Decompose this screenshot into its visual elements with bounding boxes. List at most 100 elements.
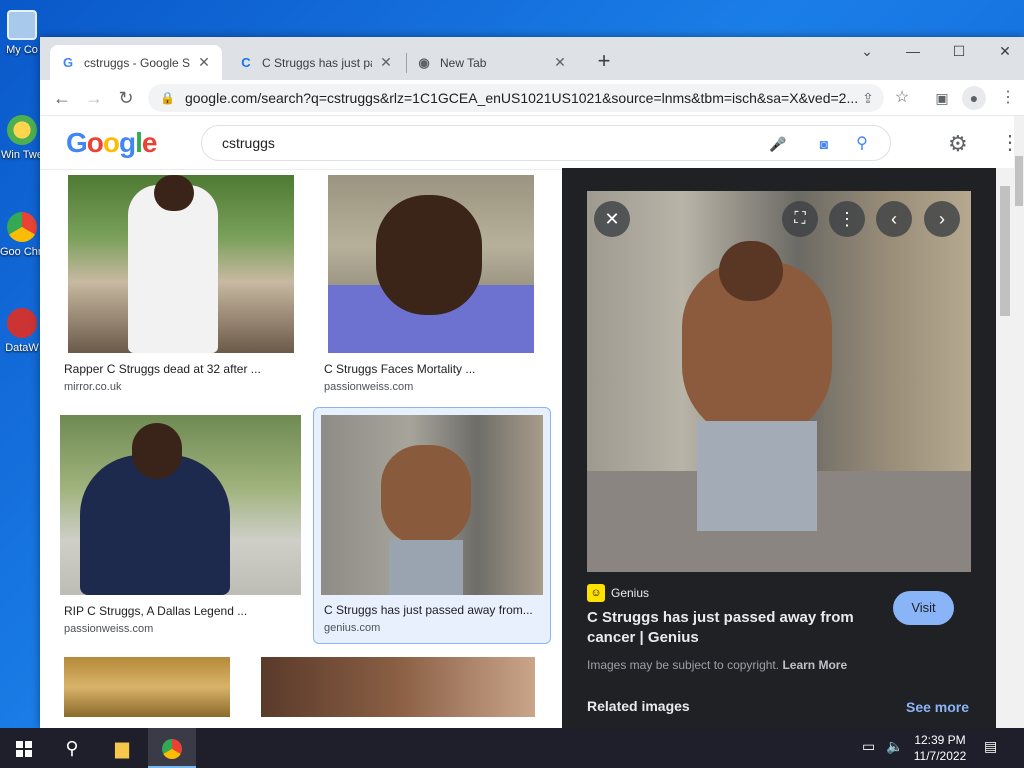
computer-icon — [7, 10, 37, 40]
lens-camera-icon[interactable]: ◙ — [814, 134, 834, 154]
preview-title[interactable]: C Struggs has just passed away from canc… — [587, 608, 857, 648]
result-caption[interactable]: Rapper C Struggs dead at 32 after ... — [64, 362, 294, 376]
chrome-window: G cstruggs - Google Se ✕ C C Struggs has… — [40, 37, 1024, 728]
scrollbar-thumb[interactable] — [1000, 186, 1010, 316]
tab-close-icon[interactable]: ✕ — [378, 54, 394, 71]
profile-avatar-icon[interactable]: ● — [962, 86, 986, 110]
result-thumbnail[interactable] — [68, 175, 294, 353]
thumb-figure-head — [154, 175, 194, 211]
chrome-icon — [7, 212, 37, 242]
image-result-card[interactable]: C Struggs Faces Mortality ... passionwei… — [324, 175, 550, 397]
windows-icon — [16, 741, 32, 758]
lock-icon[interactable]: 🔒 — [160, 91, 175, 105]
image-result-card[interactable]: Rapper C Struggs dead at 32 after ... mi… — [62, 175, 300, 397]
loading-spinner-icon: C — [241, 55, 251, 70]
previous-image-icon[interactable]: ‹ — [876, 201, 912, 237]
result-thumbnail[interactable] — [261, 657, 535, 717]
page-scrollbar[interactable] — [1014, 116, 1024, 728]
system-clock[interactable]: 12:39 PM 11/7/2022 — [910, 732, 970, 764]
forward-button[interactable]: → — [82, 86, 106, 110]
start-button[interactable] — [0, 728, 48, 768]
side-panel-icon[interactable]: ▣ — [930, 86, 954, 110]
minimize-button[interactable]: — — [890, 37, 936, 65]
tab-genius[interactable]: C C Struggs has just pa ✕ — [228, 45, 404, 80]
result-source: genius.com — [324, 622, 381, 634]
settings-gear-icon[interactable]: ⚙ — [948, 131, 968, 157]
image-preview-panel: ✕ ⛶ ⋮ ‹ › ☺ Genius C Struggs has just pa… — [562, 168, 996, 728]
url-text: google.com/search?q=cstruggs&rlz=1C1GCEA… — [184, 90, 859, 106]
preview-source[interactable]: ☺ Genius — [587, 584, 649, 602]
result-source: mirror.co.uk — [64, 381, 122, 393]
related-images-heading: Related images — [587, 698, 690, 714]
reload-button[interactable]: ↻ — [114, 86, 138, 110]
bookmark-star-icon[interactable]: ☆ — [890, 86, 914, 110]
google-favicon-icon: G — [62, 55, 74, 70]
image-result-card[interactable] — [64, 657, 232, 717]
tab-close-icon[interactable]: ✕ — [552, 54, 568, 71]
desktop-icon-datawrapper[interactable]: DataW — [0, 308, 44, 355]
search-taskbar-icon[interactable]: ⚲ — [48, 728, 96, 768]
copyright-notice: Images may be subject to copyright. Lear… — [587, 658, 848, 672]
lens-search-icon[interactable]: ⛶ — [782, 201, 818, 237]
browser-toolbar: ← → ↻ 🔒 google.com/search?q=cstruggs&rlz… — [40, 80, 1024, 116]
maximize-button[interactable]: ☐ — [936, 37, 982, 65]
chrome-taskbar-icon[interactable] — [148, 728, 196, 768]
result-caption[interactable]: RIP C Struggs, A Dallas Legend ... — [64, 604, 294, 618]
google-header: Google cstruggs 🎤 ◙ ⚲ ⚙ ⋮⋮ — [40, 116, 1024, 170]
more-options-icon[interactable]: ⋮ — [829, 201, 865, 237]
tweaker-icon — [7, 115, 37, 145]
thumb-figure-head — [132, 423, 182, 479]
google-images-page: Google cstruggs 🎤 ◙ ⚲ ⚙ ⋮⋮ Rapper C Stru… — [40, 116, 1024, 728]
tab-strip: G cstruggs - Google Se ✕ C C Struggs has… — [40, 37, 1024, 80]
result-thumbnail[interactable] — [64, 657, 230, 717]
desktop-icon-win-tweaker[interactable]: Win Twe — [0, 115, 44, 162]
search-icon[interactable]: ⚲ — [852, 134, 872, 154]
volume-icon[interactable]: 🔈 — [886, 738, 903, 755]
result-caption[interactable]: C Struggs Faces Mortality ... — [324, 362, 534, 376]
image-result-card[interactable]: RIP C Struggs, A Dallas Legend ... passi… — [60, 415, 302, 637]
tab-search-dropdown-icon[interactable]: ⌄ — [844, 37, 890, 65]
back-button[interactable]: ← — [50, 86, 74, 110]
tab-google-search[interactable]: G cstruggs - Google Se ✕ — [50, 45, 222, 80]
scrollbar-thumb[interactable] — [1015, 156, 1023, 206]
microphone-icon[interactable]: 🎤 — [768, 134, 788, 154]
result-source: passionweiss.com — [324, 381, 414, 393]
next-image-icon[interactable]: › — [924, 201, 960, 237]
search-box[interactable]: cstruggs 🎤 ◙ ⚲ — [201, 125, 891, 161]
tab-close-icon[interactable]: ✕ — [196, 54, 212, 71]
result-thumbnail[interactable] — [321, 415, 543, 595]
desktop-icon-my-computer[interactable]: My Co — [0, 10, 44, 57]
result-thumbnail[interactable] — [60, 415, 301, 595]
preview-figure-legs — [697, 421, 817, 531]
search-input[interactable]: cstruggs — [222, 135, 275, 151]
google-logo[interactable]: Google — [66, 127, 157, 159]
new-tab-button[interactable]: + — [592, 50, 616, 74]
see-more-link[interactable]: See more — [906, 699, 969, 715]
image-result-card-selected[interactable]: C Struggs has just passed away from... g… — [313, 407, 551, 644]
visit-button[interactable]: Visit — [893, 591, 954, 625]
preview-image[interactable] — [587, 191, 971, 572]
share-icon[interactable]: ⇪ — [856, 86, 880, 110]
genius-logo-icon: ☺ — [587, 584, 605, 602]
chrome-favicon-icon: ◉ — [418, 54, 430, 70]
close-preview-button[interactable]: ✕ — [594, 201, 630, 237]
result-thumbnail[interactable] — [328, 175, 534, 353]
file-explorer-icon[interactable]: ▆ — [98, 728, 146, 768]
address-bar[interactable]: 🔒 google.com/search?q=cstruggs&rlz=1C1GC… — [148, 84, 884, 112]
chrome-menu-icon[interactable]: ⋮ — [996, 86, 1020, 110]
close-window-button[interactable]: ✕ — [982, 37, 1024, 65]
tab-new-tab[interactable]: ◉ New Tab ✕ — [406, 45, 578, 80]
desktop-icon-chrome[interactable]: Goo Chro — [0, 212, 44, 259]
learn-more-link[interactable]: Learn More — [782, 658, 847, 672]
preview-figure-head — [719, 241, 783, 301]
thumb-figure-legs — [389, 540, 463, 595]
result-caption[interactable]: C Struggs has just passed away from... — [324, 603, 542, 617]
thumb-figure — [381, 445, 471, 545]
network-icon[interactable]: ▭ — [862, 738, 875, 755]
datawrapper-icon — [7, 308, 37, 338]
result-source: passionweiss.com — [64, 623, 154, 635]
notifications-icon[interactable]: ▤ — [984, 738, 997, 755]
preview-scrollbar[interactable] — [996, 168, 1014, 728]
image-result-card[interactable] — [261, 657, 537, 717]
thumb-face — [376, 195, 482, 315]
